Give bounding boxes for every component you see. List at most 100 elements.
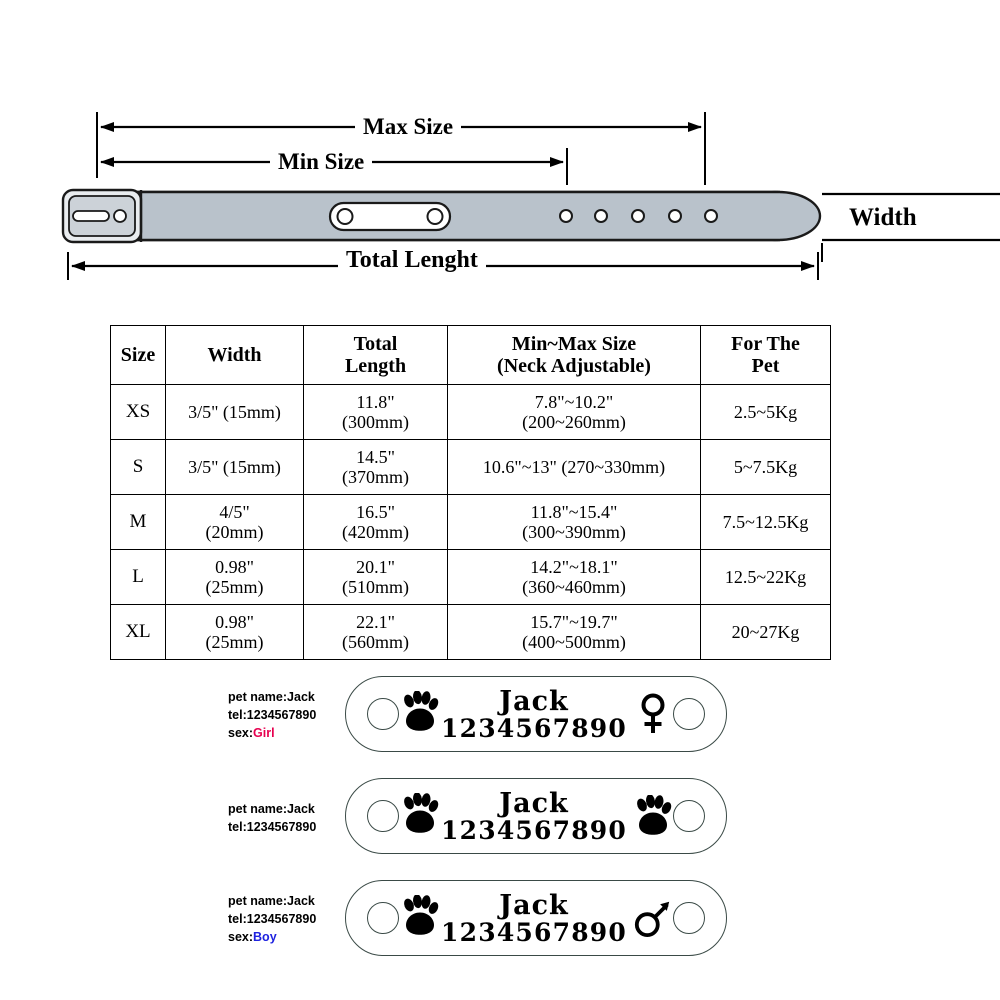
column-header-size: Size bbox=[110, 325, 166, 385]
tag-hole-left-icon bbox=[367, 800, 399, 832]
cell-for-the-pet: 12.5~22Kg bbox=[700, 549, 831, 605]
column-header-min-max-size: Min~Max Size (Neck Adjustable) bbox=[447, 325, 701, 385]
cell-min-max: 10.6"~13" (270~330mm) bbox=[447, 439, 701, 495]
tag-text-block: Jack 1234567890 bbox=[441, 790, 627, 843]
tag-inner: Jack 1234567890 bbox=[404, 779, 672, 853]
buckle-pin-hole bbox=[113, 209, 127, 223]
adjustment-hole bbox=[704, 209, 718, 223]
cell-width: 4/5" (20mm) bbox=[165, 494, 304, 550]
header-line: Width bbox=[207, 343, 262, 366]
id-tag-neutral: pet name:Jack tel:1234567890 Jack 123456… bbox=[0, 778, 1000, 862]
cell-line: (400~500mm) bbox=[522, 632, 626, 652]
cell-line: 3/5" (15mm) bbox=[188, 401, 281, 422]
header-line: For The bbox=[731, 332, 800, 355]
cell-line: (360~460mm) bbox=[522, 577, 626, 597]
cell-line: (420mm) bbox=[342, 522, 409, 542]
cell-width: 0.98" (25mm) bbox=[165, 549, 304, 605]
cell-line: 3/5" (15mm) bbox=[188, 456, 281, 477]
cell-total-length: 14.5" (370mm) bbox=[303, 439, 448, 495]
header-line: Min~Max Size bbox=[511, 332, 637, 355]
table-header-row: Size Width Total Length Min~Max Size (Ne… bbox=[110, 325, 831, 385]
table-row: XS 3/5" (15mm) 11.8" (300mm) 7.8"~10.2" … bbox=[110, 384, 831, 440]
adjustment-hole bbox=[631, 209, 645, 223]
male-symbol-icon bbox=[633, 896, 673, 940]
cell-line: 20.1" bbox=[356, 556, 395, 577]
column-header-total-length: Total Length bbox=[303, 325, 448, 385]
cell-width: 3/5" (15mm) bbox=[165, 439, 304, 495]
cell-for-the-pet: 7.5~12.5Kg bbox=[700, 494, 831, 550]
cell-line: 2.5~5Kg bbox=[733, 401, 798, 422]
tag-pet-name: Jack bbox=[499, 787, 569, 819]
cell-line: (300mm) bbox=[342, 412, 409, 432]
cell-min-max: 15.7"~19.7" (400~500mm) bbox=[447, 604, 701, 660]
cell-line: (20mm) bbox=[205, 522, 264, 542]
cell-line: (370mm) bbox=[342, 467, 409, 487]
collar-nameplate bbox=[328, 201, 452, 232]
column-header-for-the-pet: For The Pet bbox=[700, 325, 831, 385]
id-tag-boy: pet name:Jack tel:1234567890 sex:Boy Jac… bbox=[0, 880, 1000, 964]
tag-body[interactable]: Jack 1234567890 bbox=[345, 880, 727, 956]
paw-icon bbox=[401, 893, 439, 942]
header-line: Pet bbox=[751, 355, 780, 377]
cell-for-the-pet: 5~7.5Kg bbox=[700, 439, 831, 495]
tag-inner: Jack 1234567890 bbox=[404, 881, 670, 955]
cell-line: 14.2"~18.1" bbox=[530, 556, 618, 577]
caption-sex-value: Boy bbox=[253, 930, 277, 945]
cell-line: 15.7"~19.7" bbox=[530, 611, 618, 632]
cell-line: 7.8"~10.2" bbox=[534, 391, 614, 412]
tag-inner: Jack 1234567890 bbox=[404, 677, 668, 751]
caption-tel: tel:1234567890 bbox=[228, 820, 317, 835]
paw-icon bbox=[633, 795, 673, 837]
cell-line: (300~390mm) bbox=[522, 522, 626, 542]
caption-sex-label: sex: bbox=[228, 930, 254, 945]
adjustment-hole bbox=[668, 209, 682, 223]
cell-line: (510mm) bbox=[342, 577, 409, 597]
caption-sex: sex:Girl bbox=[228, 724, 358, 742]
cell-width: 0.98" (25mm) bbox=[165, 604, 304, 660]
cell-line: 16.5" bbox=[356, 501, 395, 522]
id-tag-girl: pet name:Jack tel:1234567890 sex:Girl Ja… bbox=[0, 676, 1000, 760]
size-chart-table: Size Width Total Length Min~Max Size (Ne… bbox=[110, 325, 831, 660]
tag-phone: 1234567890 bbox=[441, 815, 627, 845]
cell-min-max: 14.2"~18.1" (360~460mm) bbox=[447, 549, 701, 605]
max-size-label: Max Size bbox=[355, 115, 462, 138]
table-row: M 4/5" (20mm) 16.5" (420mm) 11.8"~15.4" … bbox=[110, 494, 831, 550]
cell-size: M bbox=[110, 494, 166, 550]
header-line: Length bbox=[344, 355, 407, 377]
adjustment-hole bbox=[594, 209, 608, 223]
min-size-label: Min Size bbox=[270, 150, 373, 173]
column-header-width: Width bbox=[165, 325, 304, 385]
cell-size: S bbox=[110, 439, 166, 495]
cell-line: 5~7.5Kg bbox=[733, 456, 798, 477]
cell-line: 20~27Kg bbox=[731, 621, 800, 642]
tag-caption-girl: pet name:Jack tel:1234567890 sex:Girl bbox=[228, 688, 358, 742]
cell-for-the-pet: 20~27Kg bbox=[700, 604, 831, 660]
caption-tel: tel:1234567890 bbox=[228, 708, 317, 723]
tag-hole-right-icon bbox=[673, 902, 705, 934]
cell-min-max: 11.8"~15.4" (300~390mm) bbox=[447, 494, 701, 550]
tag-body[interactable]: Jack 1234567890 bbox=[345, 778, 727, 854]
cell-min-max: 7.8"~10.2" (200~260mm) bbox=[447, 384, 701, 440]
total-length-label: Total Lenght bbox=[338, 248, 486, 272]
tag-hole-right-icon bbox=[673, 800, 705, 832]
cell-line: (200~260mm) bbox=[522, 412, 626, 432]
cell-total-length: 22.1" (560mm) bbox=[303, 604, 448, 660]
paw-icon bbox=[401, 791, 439, 840]
cell-line: 11.8" bbox=[356, 391, 395, 412]
buckle-tongue-slot bbox=[72, 210, 110, 222]
tag-text-block: Jack 1234567890 bbox=[441, 892, 627, 945]
cell-line: 7.5~12.5Kg bbox=[722, 511, 809, 532]
tag-text-block: Jack 1234567890 bbox=[441, 688, 627, 741]
tag-body[interactable]: Jack 1234567890 bbox=[345, 676, 727, 752]
table-row: L 0.98" (25mm) 20.1" (510mm) 14.2"~18.1"… bbox=[110, 549, 831, 605]
cell-line: 14.5" bbox=[356, 446, 395, 467]
cell-line: (25mm) bbox=[205, 632, 264, 652]
cell-line: (560mm) bbox=[342, 632, 409, 652]
female-symbol-icon bbox=[633, 691, 673, 737]
adjustment-hole bbox=[559, 209, 573, 223]
cell-size: XL bbox=[110, 604, 166, 660]
cell-line: 4/5" bbox=[219, 501, 250, 522]
paw-icon bbox=[401, 689, 439, 738]
cell-line: 10.6"~13" (270~330mm) bbox=[482, 456, 666, 477]
tag-caption-neutral: pet name:Jack tel:1234567890 bbox=[228, 800, 358, 836]
